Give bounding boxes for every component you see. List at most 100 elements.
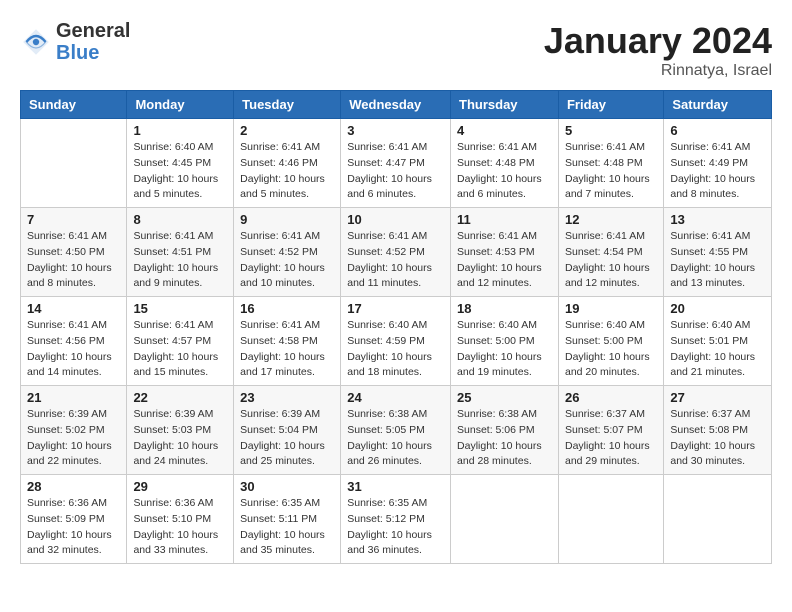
day-number: 6 bbox=[670, 123, 765, 138]
weekday-header-row: SundayMondayTuesdayWednesdayThursdayFrid… bbox=[21, 91, 772, 119]
day-number: 26 bbox=[565, 390, 657, 405]
calendar-cell: 27Sunrise: 6:37 AMSunset: 5:08 PMDayligh… bbox=[664, 386, 772, 475]
day-info: Sunrise: 6:40 AMSunset: 5:00 PMDaylight:… bbox=[565, 318, 657, 381]
day-number: 31 bbox=[347, 479, 444, 494]
calendar-cell bbox=[558, 475, 663, 564]
weekday-header-thursday: Thursday bbox=[451, 91, 559, 119]
weekday-header-monday: Monday bbox=[127, 91, 234, 119]
day-info: Sunrise: 6:41 AMSunset: 4:48 PMDaylight:… bbox=[457, 140, 552, 203]
day-info: Sunrise: 6:39 AMSunset: 5:03 PMDaylight:… bbox=[133, 407, 227, 470]
calendar-cell: 12 Sunrise: 6:41 AMSunset: 4:54 PMDayligh… bbox=[558, 208, 663, 297]
day-number: 24 bbox=[347, 390, 444, 405]
calendar-cell: 22 Sunrise: 6:39 AMSunset: 5:03 PMDayligh… bbox=[127, 386, 234, 475]
calendar-cell: 2Sunrise: 6:41 AMSunset: 4:46 PMDaylight… bbox=[234, 119, 341, 208]
day-number: 5 bbox=[565, 123, 657, 138]
calendar-cell: 20Sunrise: 6:40 AMSunset: 5:01 PMDayligh… bbox=[664, 297, 772, 386]
logo-icon bbox=[20, 26, 52, 58]
day-info: Sunrise: 6:40 AMSunset: 4:45 PMDaylight:… bbox=[133, 140, 227, 203]
day-number: 28 bbox=[27, 479, 120, 494]
location: Rinnatya, Israel bbox=[544, 62, 772, 80]
day-info: Sunrise: 6:38 AMSunset: 5:05 PMDaylight:… bbox=[347, 407, 444, 470]
calendar-cell: 3 Sunrise: 6:41 AMSunset: 4:47 PMDaylight… bbox=[341, 119, 451, 208]
calendar-cell: 6 Sunrise: 6:41 AMSunset: 4:49 PMDaylight… bbox=[664, 119, 772, 208]
day-info: Sunrise: 6:40 AMSunset: 5:00 PMDaylight:… bbox=[457, 318, 552, 381]
week-row-1: 1Sunrise: 6:40 AMSunset: 4:45 PMDaylight… bbox=[21, 119, 772, 208]
calendar-cell: 15 Sunrise: 6:41 AMSunset: 4:57 PMDayligh… bbox=[127, 297, 234, 386]
day-number: 12 bbox=[565, 212, 657, 227]
calendar-cell: 29 Sunrise: 6:36 AMSunset: 5:10 PMDayligh… bbox=[127, 475, 234, 564]
weekday-header-wednesday: Wednesday bbox=[341, 91, 451, 119]
day-info: Sunrise: 6:41 AMSunset: 4:58 PMDaylight:… bbox=[240, 318, 334, 381]
day-info: Sunrise: 6:41 AMSunset: 4:53 PMDaylight:… bbox=[457, 229, 552, 292]
calendar-cell bbox=[21, 119, 127, 208]
day-number: 19 bbox=[565, 301, 657, 316]
week-row-4: 21 Sunrise: 6:39 AMSunset: 5:02 PMDayligh… bbox=[21, 386, 772, 475]
day-number: 21 bbox=[27, 390, 120, 405]
calendar-cell bbox=[451, 475, 559, 564]
day-number: 3 bbox=[347, 123, 444, 138]
calendar-cell: 14Sunrise: 6:41 AMSunset: 4:56 PMDayligh… bbox=[21, 297, 127, 386]
day-number: 17 bbox=[347, 301, 444, 316]
calendar-cell: 8 Sunrise: 6:41 AMSunset: 4:51 PMDaylight… bbox=[127, 208, 234, 297]
day-number: 30 bbox=[240, 479, 334, 494]
calendar-cell: 18 Sunrise: 6:40 AMSunset: 5:00 PMDayligh… bbox=[451, 297, 559, 386]
calendar-cell: 9 Sunrise: 6:41 AMSunset: 4:52 PMDaylight… bbox=[234, 208, 341, 297]
day-info: Sunrise: 6:38 AMSunset: 5:06 PMDaylight:… bbox=[457, 407, 552, 470]
day-number: 10 bbox=[347, 212, 444, 227]
calendar-cell: 21 Sunrise: 6:39 AMSunset: 5:02 PMDayligh… bbox=[21, 386, 127, 475]
calendar-cell: 19 Sunrise: 6:40 AMSunset: 5:00 PMDayligh… bbox=[558, 297, 663, 386]
day-info: Sunrise: 6:41 AMSunset: 4:48 PMDaylight:… bbox=[565, 140, 657, 203]
day-info: Sunrise: 6:36 AMSunset: 5:09 PMDaylight:… bbox=[27, 496, 120, 559]
calendar-cell: 31 Sunrise: 6:35 AMSunset: 5:12 PMDayligh… bbox=[341, 475, 451, 564]
day-info: Sunrise: 6:39 AMSunset: 5:04 PMDaylight:… bbox=[240, 407, 334, 470]
day-number: 16 bbox=[240, 301, 334, 316]
day-number: 8 bbox=[133, 212, 227, 227]
day-info: Sunrise: 6:41 AMSunset: 4:52 PMDaylight:… bbox=[347, 229, 444, 292]
month-title: January 2024 bbox=[544, 20, 772, 62]
calendar-cell: 25Sunrise: 6:38 AMSunset: 5:06 PMDayligh… bbox=[451, 386, 559, 475]
day-number: 23 bbox=[240, 390, 334, 405]
day-info: Sunrise: 6:36 AMSunset: 5:10 PMDaylight:… bbox=[133, 496, 227, 559]
calendar-cell: 7Sunrise: 6:41 AMSunset: 4:50 PMDaylight… bbox=[21, 208, 127, 297]
logo-general-text: General bbox=[56, 20, 130, 42]
calendar-cell: 16 Sunrise: 6:41 AMSunset: 4:58 PMDayligh… bbox=[234, 297, 341, 386]
day-info: Sunrise: 6:41 AMSunset: 4:47 PMDaylight:… bbox=[347, 140, 444, 203]
calendar-cell: 1Sunrise: 6:40 AMSunset: 4:45 PMDaylight… bbox=[127, 119, 234, 208]
logo: General Blue bbox=[20, 20, 130, 64]
weekday-header-tuesday: Tuesday bbox=[234, 91, 341, 119]
day-number: 18 bbox=[457, 301, 552, 316]
calendar-cell: 26 Sunrise: 6:37 AMSunset: 5:07 PMDayligh… bbox=[558, 386, 663, 475]
weekday-header-saturday: Saturday bbox=[664, 91, 772, 119]
logo-blue-text: Blue bbox=[56, 42, 130, 64]
calendar-cell: 30Sunrise: 6:35 AMSunset: 5:11 PMDayligh… bbox=[234, 475, 341, 564]
calendar-cell: 5 Sunrise: 6:41 AMSunset: 4:48 PMDaylight… bbox=[558, 119, 663, 208]
week-row-3: 14Sunrise: 6:41 AMSunset: 4:56 PMDayligh… bbox=[21, 297, 772, 386]
day-info: Sunrise: 6:41 AMSunset: 4:56 PMDaylight:… bbox=[27, 318, 120, 381]
day-info: Sunrise: 6:41 AMSunset: 4:57 PMDaylight:… bbox=[133, 318, 227, 381]
calendar-cell: 24 Sunrise: 6:38 AMSunset: 5:05 PMDayligh… bbox=[341, 386, 451, 475]
calendar-cell: 23 Sunrise: 6:39 AMSunset: 5:04 PMDayligh… bbox=[234, 386, 341, 475]
day-info: Sunrise: 6:41 AMSunset: 4:51 PMDaylight:… bbox=[133, 229, 227, 292]
weekday-header-friday: Friday bbox=[558, 91, 663, 119]
day-number: 7 bbox=[27, 212, 120, 227]
calendar-cell bbox=[664, 475, 772, 564]
day-info: Sunrise: 6:41 AMSunset: 4:52 PMDaylight:… bbox=[240, 229, 334, 292]
calendar-cell: 13Sunrise: 6:41 AMSunset: 4:55 PMDayligh… bbox=[664, 208, 772, 297]
day-info: Sunrise: 6:35 AMSunset: 5:12 PMDaylight:… bbox=[347, 496, 444, 559]
calendar-cell: 17 Sunrise: 6:40 AMSunset: 4:59 PMDayligh… bbox=[341, 297, 451, 386]
calendar-cell: 4Sunrise: 6:41 AMSunset: 4:48 PMDaylight… bbox=[451, 119, 559, 208]
day-number: 29 bbox=[133, 479, 227, 494]
day-info: Sunrise: 6:41 AMSunset: 4:54 PMDaylight:… bbox=[565, 229, 657, 292]
day-number: 9 bbox=[240, 212, 334, 227]
day-info: Sunrise: 6:40 AMSunset: 5:01 PMDaylight:… bbox=[670, 318, 765, 381]
day-info: Sunrise: 6:39 AMSunset: 5:02 PMDaylight:… bbox=[27, 407, 120, 470]
page-header: General Blue January 2024 Rinnatya, Isra… bbox=[20, 20, 772, 80]
day-number: 22 bbox=[133, 390, 227, 405]
day-info: Sunrise: 6:41 AMSunset: 4:49 PMDaylight:… bbox=[670, 140, 765, 203]
calendar-table: SundayMondayTuesdayWednesdayThursdayFrid… bbox=[20, 90, 772, 564]
day-number: 15 bbox=[133, 301, 227, 316]
day-info: Sunrise: 6:37 AMSunset: 5:07 PMDaylight:… bbox=[565, 407, 657, 470]
title-block: January 2024 Rinnatya, Israel bbox=[544, 20, 772, 80]
day-info: Sunrise: 6:41 AMSunset: 4:46 PMDaylight:… bbox=[240, 140, 334, 203]
day-info: Sunrise: 6:40 AMSunset: 4:59 PMDaylight:… bbox=[347, 318, 444, 381]
